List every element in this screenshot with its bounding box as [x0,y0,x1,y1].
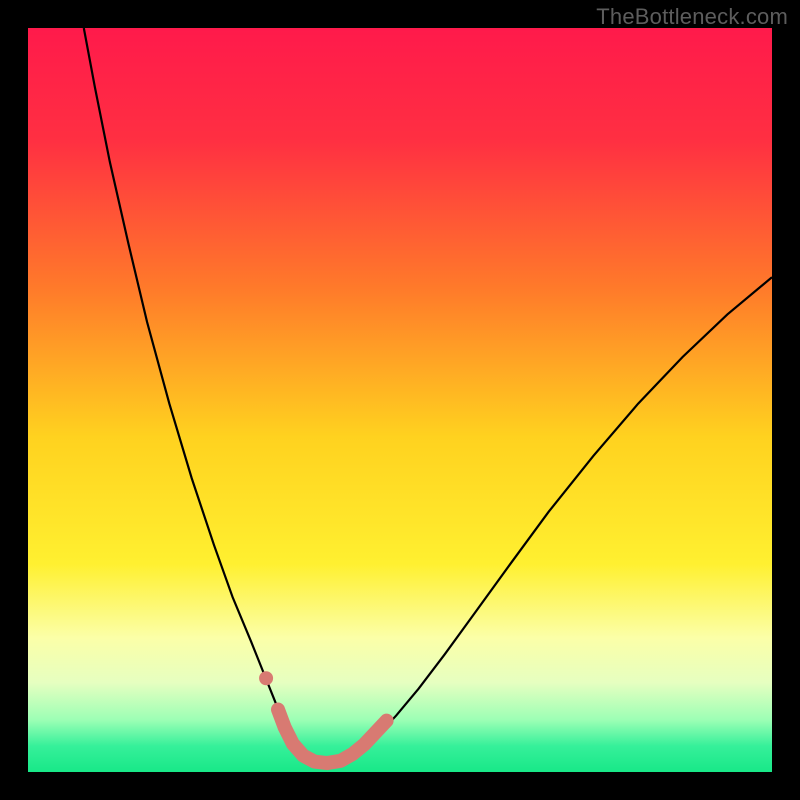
marker-layer [259,671,273,685]
bottleneck-chart [28,28,772,772]
watermark-text: TheBottleneck.com [596,4,788,30]
gradient-background [28,28,772,772]
highlight-dot [259,671,273,685]
chart-frame [28,28,772,772]
